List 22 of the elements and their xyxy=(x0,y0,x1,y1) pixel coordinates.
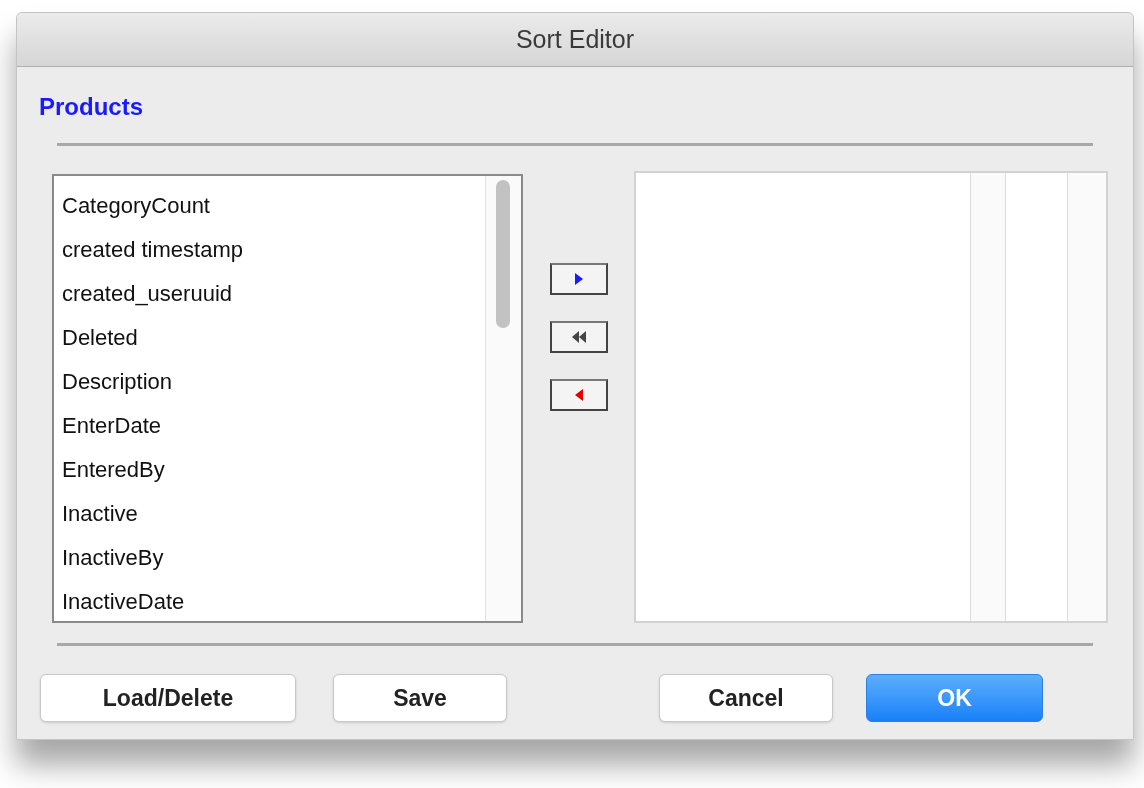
right-triangle-icon xyxy=(574,273,583,285)
field-item[interactable]: Description xyxy=(62,360,485,404)
transfer-button[interactable] xyxy=(549,263,608,295)
field-item[interactable]: InactiveDate xyxy=(62,580,485,624)
field-item[interactable]: EnterDate xyxy=(62,404,485,448)
window-title: Sort Editor xyxy=(515,23,635,55)
field-item[interactable]: CategoryCount xyxy=(62,184,485,228)
field-item[interactable]: Inactive xyxy=(62,492,485,536)
dialog-button[interactable]: Save xyxy=(333,674,507,722)
field-item[interactable]: Deleted xyxy=(62,316,485,360)
field-item[interactable]: created timestamp xyxy=(62,228,485,272)
double-left-arrow-icon xyxy=(571,331,586,343)
dialog-button[interactable]: Cancel xyxy=(659,674,833,722)
left-triangle-icon xyxy=(574,389,583,401)
transfer-button[interactable] xyxy=(549,321,608,353)
table-name: Products xyxy=(39,93,143,120)
dialog-button[interactable]: Load/Delete xyxy=(40,674,296,722)
scrollbar[interactable] xyxy=(484,176,521,621)
field-item[interactable]: created_useruuid xyxy=(62,272,485,316)
transfer-button[interactable] xyxy=(549,379,608,411)
field-item[interactable]: InactiveBy xyxy=(62,536,485,580)
field-item[interactable]: EnteredBy xyxy=(62,448,485,492)
